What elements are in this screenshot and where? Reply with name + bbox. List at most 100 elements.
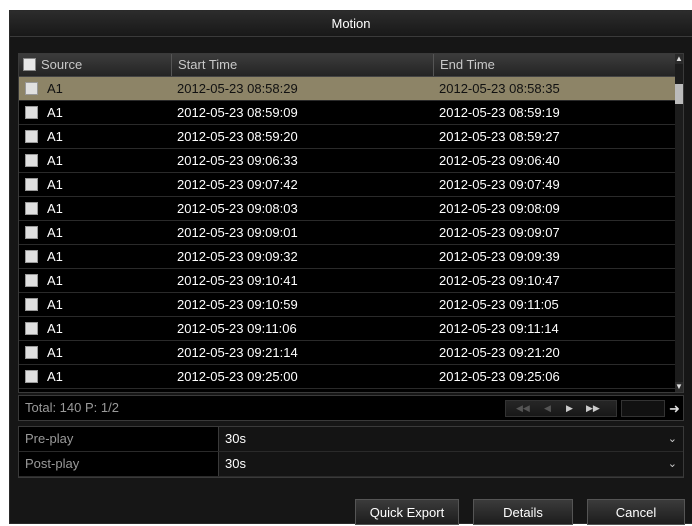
cell-end-time: 2012-05-23 08:59:27 (439, 129, 560, 144)
cell-end-time: 2012-05-23 08:58:35 (439, 81, 560, 96)
row-checkbox[interactable] (25, 370, 38, 383)
table-body: A1 2012-05-23 08:58:29 2012-05-23 08:58:35… (19, 77, 677, 392)
table-row[interactable]: A1 2012-05-23 08:59:20 2012-05-23 08:59:27 (19, 125, 677, 149)
cell-start-time: 2012-05-23 09:09:32 (177, 249, 298, 264)
table-row[interactable]: A1 2012-05-23 09:10:59 2012-05-23 09:11:05 (19, 293, 677, 317)
prev-page-icon[interactable]: ◀ (544, 401, 551, 416)
postplay-row: Post-play 30s ⌄ (19, 452, 683, 477)
table-row[interactable]: A1 2012-05-23 09:10:41 2012-05-23 09:10:47 (19, 269, 677, 293)
cell-end-time: 2012-05-23 09:25:06 (439, 369, 560, 384)
row-checkbox[interactable] (25, 298, 38, 311)
scroll-up-icon[interactable]: ▲ (675, 54, 683, 64)
cell-start-time: 2012-05-23 08:59:20 (177, 129, 298, 144)
cell-start-time: 2012-05-23 09:09:01 (177, 225, 298, 240)
row-checkbox[interactable] (25, 106, 38, 119)
page-number-input[interactable] (621, 400, 665, 417)
row-checkbox[interactable] (25, 130, 38, 143)
table-row[interactable]: A1 2012-05-23 08:59:09 2012-05-23 08:59:19 (19, 101, 677, 125)
header-end-time[interactable]: End Time (434, 54, 677, 76)
scroll-thumb[interactable] (675, 84, 683, 104)
table-row[interactable]: A1 2012-05-23 09:21:14 2012-05-23 09:21:20 (19, 341, 677, 365)
pagination-bar: Total: 140 P: 1/2 ◀◀ ◀ ▶ ▶▶ ➜ (18, 395, 684, 421)
preplay-label: Pre-play (19, 427, 219, 451)
quick-export-button[interactable]: Quick Export (355, 499, 459, 525)
row-checkbox[interactable] (25, 154, 38, 167)
cell-end-time: 2012-05-23 09:09:07 (439, 225, 560, 240)
go-to-page-icon[interactable]: ➜ (669, 400, 680, 417)
cell-source: A1 (47, 345, 63, 360)
cell-source: A1 (47, 105, 63, 120)
header-start-time[interactable]: Start Time (172, 54, 434, 76)
table-row[interactable]: A1 2012-05-23 09:09:01 2012-05-23 09:09:07 (19, 221, 677, 245)
cell-source: A1 (47, 81, 63, 96)
preplay-select[interactable]: 30s ⌄ (219, 427, 683, 451)
cell-start-time: 2012-05-23 09:06:33 (177, 153, 298, 168)
cell-end-time: 2012-05-23 09:09:39 (439, 249, 560, 264)
cell-start-time: 2012-05-23 09:10:41 (177, 273, 298, 288)
preplay-value: 30s (225, 431, 246, 446)
next-page-icon[interactable]: ▶ (566, 401, 573, 416)
cell-end-time: 2012-05-23 09:06:40 (439, 153, 560, 168)
cell-start-time: 2012-05-23 09:07:42 (177, 177, 298, 192)
row-checkbox[interactable] (25, 250, 38, 263)
cell-start-time: 2012-05-23 09:08:03 (177, 201, 298, 216)
cancel-button[interactable]: Cancel (587, 499, 685, 525)
table-row[interactable]: A1 2012-05-23 09:25:00 2012-05-23 09:25:06 (19, 365, 677, 389)
cell-start-time: 2012-05-23 09:25:00 (177, 369, 298, 384)
cell-start-time: 2012-05-23 08:59:09 (177, 105, 298, 120)
row-checkbox[interactable] (25, 178, 38, 191)
table-header: Source Start Time End Time (19, 54, 677, 77)
chevron-down-icon: ⌄ (667, 433, 677, 445)
table-row[interactable]: A1 2012-05-23 09:11:06 2012-05-23 09:11:14 (19, 317, 677, 341)
table-row[interactable]: A1 2012-05-23 09:09:32 2012-05-23 09:09:39 (19, 245, 677, 269)
cell-source: A1 (47, 153, 63, 168)
cell-source: A1 (47, 177, 63, 192)
details-button[interactable]: Details (473, 499, 573, 525)
cell-start-time: 2012-05-23 09:11:06 (177, 321, 297, 336)
row-checkbox[interactable] (25, 346, 38, 359)
cell-end-time: 2012-05-23 09:08:09 (439, 201, 560, 216)
first-page-icon[interactable]: ◀◀ (516, 401, 530, 416)
cell-end-time: 2012-05-23 09:11:14 (439, 321, 559, 336)
select-all-checkbox[interactable] (23, 58, 36, 71)
row-checkbox[interactable] (25, 202, 38, 215)
cell-start-time: 2012-05-23 09:21:14 (177, 345, 298, 360)
cell-end-time: 2012-05-23 09:11:05 (439, 297, 559, 312)
cell-source: A1 (47, 321, 63, 336)
last-page-icon[interactable]: ▶▶ (586, 401, 600, 416)
postplay-select[interactable]: 30s ⌄ (219, 452, 683, 476)
cell-source: A1 (47, 273, 63, 288)
cell-source: A1 (47, 225, 63, 240)
cell-end-time: 2012-05-23 09:07:49 (439, 177, 560, 192)
scroll-down-icon[interactable]: ▼ (675, 382, 683, 392)
cell-end-time: 2012-05-23 09:21:20 (439, 345, 560, 360)
cell-start-time: 2012-05-23 08:58:29 (177, 81, 298, 96)
header-source-label: Source (41, 57, 83, 72)
row-checkbox[interactable] (25, 82, 38, 95)
table-row[interactable]: A1 2012-05-23 08:58:29 2012-05-23 08:58:35 (19, 77, 677, 101)
motion-dialog: Motion Source Start Time End Time A1 2012… (9, 10, 692, 525)
postplay-value: 30s (225, 456, 246, 471)
table-row[interactable]: A1 2012-05-23 09:07:42 2012-05-23 09:07:49 (19, 173, 677, 197)
cell-source: A1 (47, 369, 63, 384)
playback-settings: Pre-play 30s ⌄ Post-play 30s ⌄ (18, 426, 684, 478)
cell-source: A1 (47, 249, 63, 264)
row-checkbox[interactable] (25, 226, 38, 239)
cell-source: A1 (47, 297, 63, 312)
table-row[interactable]: A1 2012-05-23 09:08:03 2012-05-23 09:08:09 (19, 197, 677, 221)
page-nav: ◀◀ ◀ ▶ ▶▶ (505, 400, 617, 417)
cell-start-time: 2012-05-23 09:10:59 (177, 297, 298, 312)
total-count: Total: 140 P: 1/2 (25, 400, 119, 415)
header-source[interactable]: Source (19, 54, 172, 76)
dialog-title: Motion (10, 11, 692, 37)
scrollbar[interactable]: ▲ ▼ (675, 54, 683, 392)
row-checkbox[interactable] (25, 322, 38, 335)
table-row[interactable]: A1 2012-05-23 09:06:33 2012-05-23 09:06:40 (19, 149, 677, 173)
row-checkbox[interactable] (25, 274, 38, 287)
cell-end-time: 2012-05-23 09:10:47 (439, 273, 560, 288)
cell-source: A1 (47, 129, 63, 144)
postplay-label: Post-play (19, 452, 219, 476)
preplay-row: Pre-play 30s ⌄ (19, 427, 683, 452)
cell-end-time: 2012-05-23 08:59:19 (439, 105, 560, 120)
chevron-down-icon: ⌄ (667, 458, 677, 470)
